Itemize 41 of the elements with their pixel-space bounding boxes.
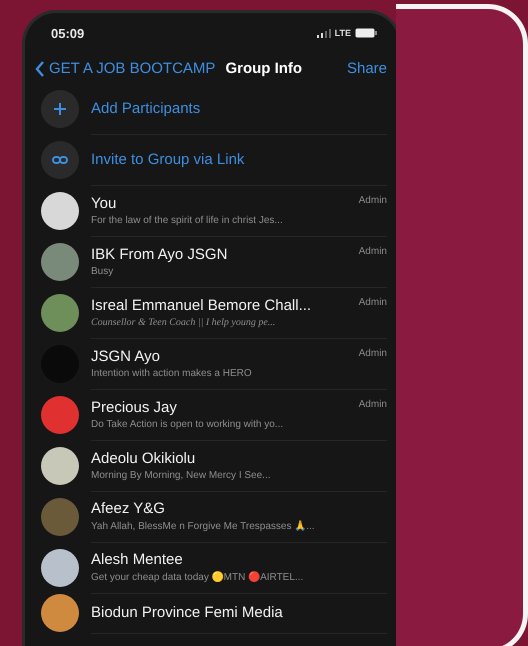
avatar-placeholder — [41, 594, 79, 632]
member-status: Yah Allah, BlessMe n Forgive Me Trespasses 🙏... — [91, 520, 316, 532]
member-name[interactable]: Afeez Y&G — [91, 500, 387, 517]
member-status: Morning By Morning, New Mercy I See... — [91, 470, 272, 480]
member-status: Get your cheap data today 🟡MTN 🔴AIRTEL... — [91, 571, 304, 583]
member-name[interactable]: IBK From Ayo JSGN — [91, 246, 353, 262]
member-name[interactable]: You — [91, 194, 353, 212]
member-status: Intention with action makes a HERO — [91, 368, 253, 378]
member-name[interactable]: JSGN Ayo — [91, 348, 353, 364]
member-status: Busy — [91, 266, 114, 276]
admin-label: Admin — [358, 194, 387, 206]
link-icon — [41, 140, 79, 178]
avatar-placeholder — [41, 498, 79, 536]
member-status: For the law of the spirit of life in christ Jes... — [91, 214, 284, 226]
action-link[interactable]: Invite to Group via Link — [91, 150, 244, 168]
chevron-left-icon — [35, 60, 45, 76]
avatar-placeholder — [41, 242, 79, 280]
member-name[interactable]: Alesh Mentee — [91, 551, 387, 568]
member-name[interactable]: Biodun Province Femi Media — [91, 604, 387, 621]
avatar-placeholder — [41, 396, 79, 434]
action-link[interactable]: Add Participants — [91, 100, 200, 116]
avatar-placeholder — [41, 294, 79, 332]
signal-icon — [316, 28, 331, 38]
admin-label: Admin — [358, 398, 387, 410]
network-label: LTE — [334, 28, 351, 38]
plus-icon — [41, 90, 79, 128]
member-name[interactable]: Precious Jay — [91, 398, 353, 416]
admin-label: Admin — [358, 296, 387, 308]
battery-icon — [355, 28, 377, 38]
admin-label: Admin — [358, 348, 387, 358]
avatar-placeholder — [41, 548, 79, 586]
admin-label: Admin — [358, 246, 387, 256]
page-title: Group Info — [225, 60, 302, 77]
share-link[interactable]: Share — [346, 60, 387, 77]
status-time: 05:09 — [51, 26, 84, 40]
avatar-placeholder — [41, 446, 79, 484]
member-status: Counsellor & Teen Coach || I help young pe... — [91, 316, 276, 328]
avatar-placeholder — [41, 192, 79, 230]
member-status: Do Take Action is open to working with yo... — [91, 418, 284, 430]
member-name[interactable]: Isreal Emmanuel Bemore Chall... — [91, 296, 353, 314]
member-name[interactable]: Adeolu Okikiolu — [91, 450, 387, 466]
